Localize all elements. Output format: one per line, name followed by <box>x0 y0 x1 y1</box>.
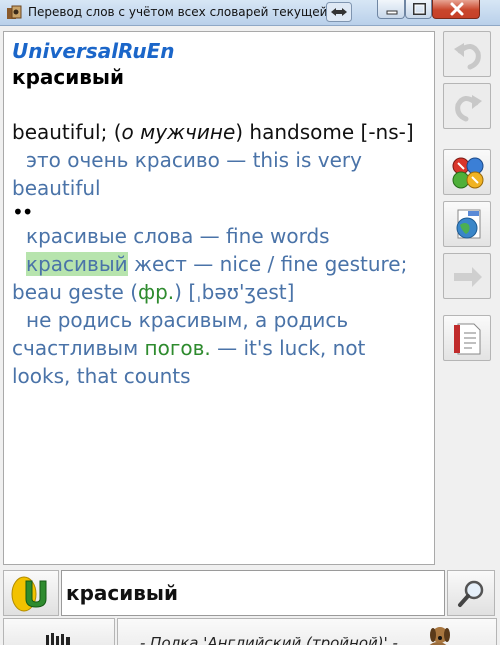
translation-article[interactable]: UniversalRuEn красивый beautiful; (о муж… <box>3 31 435 565</box>
web-lookup-button[interactable] <box>443 201 491 247</box>
minimize-button[interactable] <box>377 0 405 19</box>
shelf-label: - Полка 'Английский (тройной)' - <box>140 634 398 645</box>
dog-icon[interactable] <box>420 623 454 645</box>
search-row <box>3 570 497 616</box>
search-icon <box>458 580 484 607</box>
close-button[interactable] <box>432 0 480 19</box>
web-html-icon <box>456 209 481 239</box>
all-dictionaries-icon <box>452 157 484 189</box>
dictionary-name: UniversalRuEn <box>12 39 175 63</box>
shelf-label-area[interactable]: - Полка 'Английский (тройной)' - <box>117 618 497 645</box>
grammar-label-fr: фр. <box>138 280 175 304</box>
bottom-bar: - Полка 'Английский (тройной)' - <box>3 618 497 645</box>
forward-button[interactable] <box>443 253 491 299</box>
undo-button[interactable] <box>443 31 491 77</box>
shelf-select-button[interactable] <box>3 618 115 645</box>
close-icon <box>450 2 464 16</box>
redo-icon <box>455 95 482 122</box>
search-button[interactable] <box>447 570 495 616</box>
app-icon <box>7 5 22 19</box>
main-translation: beautiful; (о мужчине) handsome [-ns-] <box>12 120 414 144</box>
maximize-button[interactable] <box>405 0 432 19</box>
undo-icon <box>454 43 481 70</box>
search-input[interactable] <box>61 570 445 616</box>
maximize-icon <box>413 3 426 15</box>
grammar-label-pogov: погов. <box>144 336 211 360</box>
example-2: красивые слова — fine words <box>26 224 330 248</box>
example-1: это очень красиво — this is very beautif… <box>12 148 362 200</box>
resize-arrows-icon[interactable] <box>326 2 352 22</box>
search-highlight: красивый <box>26 252 128 276</box>
dictionary-logo-icon <box>11 576 47 612</box>
example-3: красивый жест — nice / fine gesture; bea… <box>12 252 408 304</box>
open-article-button[interactable] <box>443 315 491 361</box>
right-toolbar <box>440 31 496 565</box>
headword: красивый <box>12 65 125 89</box>
window-title: Перевод слов с учётом всех словарей теку… <box>28 5 351 19</box>
all-dictionaries-button[interactable] <box>443 149 491 195</box>
document-icon <box>454 323 481 355</box>
bullet-marker: •• <box>12 200 34 224</box>
dictionary-switch-button[interactable] <box>3 570 59 616</box>
bookshelf-icon <box>46 633 70 645</box>
redo-button[interactable] <box>443 83 491 129</box>
minimize-icon <box>386 10 398 15</box>
example-4: не родись красивым, а родись счастливым … <box>12 308 366 388</box>
title-bar: Перевод слов с учётом всех словарей теку… <box>0 0 500 26</box>
main-frame: UniversalRuEn красивый beautiful; (о муж… <box>0 26 500 645</box>
forward-arrow-icon <box>454 267 482 287</box>
